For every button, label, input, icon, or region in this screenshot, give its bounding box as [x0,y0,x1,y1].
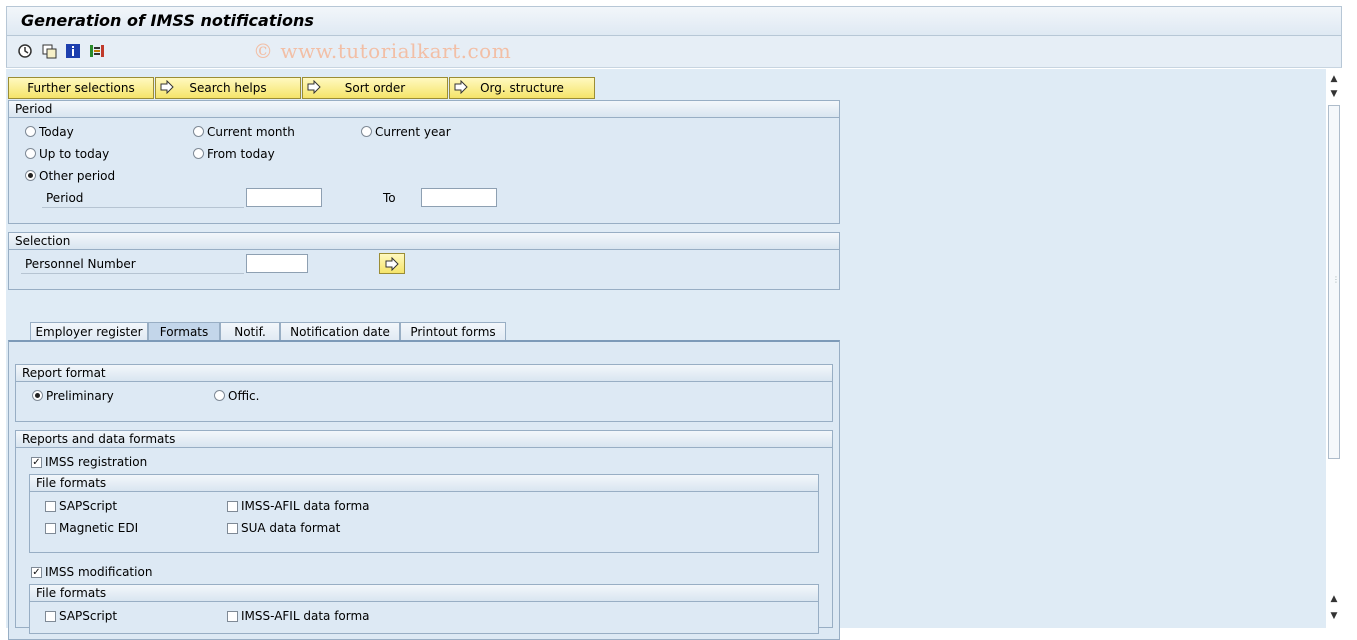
personnel-number-label: Personnel Number [25,257,136,271]
imss-afil-label-2: IMSS-AFIL data forma [241,609,370,623]
sua-data-format-label: SUA data format [241,521,341,535]
tab-formats-label: Formats [159,325,209,339]
report-format-heading: Report format [16,365,832,382]
sua-data-format-checkbox[interactable] [227,523,238,534]
watermark: © www.tutorialkart.com [253,39,512,63]
period-from-input[interactable] [246,188,322,207]
arrow-right-icon [307,80,321,94]
scroll-grip-icon: ⋮ [1332,275,1340,284]
period-field-label: Period [46,191,84,205]
radio-up-to-today[interactable] [25,148,36,159]
radio-up-to-today-label: Up to today [39,147,110,161]
selection-heading: Selection [9,233,839,250]
tab-printout-forms[interactable]: Printout forms [400,322,506,341]
scroll-down-icon[interactable]: ▲ [1328,593,1340,605]
further-selections-button[interactable]: Further selections [8,77,154,99]
arrow-right-icon [385,257,399,271]
file-formats-heading-2: File formats [30,585,818,602]
selection-options-icon[interactable] [89,43,105,59]
imss-registration-label: IMSS registration [45,455,148,469]
period-label-underline [42,207,244,208]
radio-current-year[interactable] [361,126,372,137]
imss-modification-label: IMSS modification [45,565,153,579]
scroll-up-icon[interactable]: ▼ [1328,88,1340,100]
tab-notification-date[interactable]: Notification date [280,322,400,341]
radio-current-month[interactable] [193,126,204,137]
report-format-group: Report format [15,364,833,422]
title-bar: Generation of IMSS notifications [6,6,1342,36]
page-title: Generation of IMSS notifications [21,11,314,30]
radio-preliminary-label: Preliminary [46,389,114,403]
application-toolbar: © www.tutorialkart.com [6,36,1342,68]
arrow-right-icon [160,80,174,94]
tab-employer-register[interactable]: Employer register [30,322,148,341]
sort-order-label: Sort order [344,81,406,95]
vertical-scrollbar[interactable]: ▲ ▼ ⋮ ▲ ▼ [1326,69,1342,628]
radio-official-label: Offic. [228,389,260,403]
sapscript-checkbox-1[interactable] [45,501,56,512]
sapscript-label-2: SAPScript [59,609,118,623]
radio-other-period[interactable] [25,170,36,181]
further-selections-label: Further selections [27,81,135,95]
org-structure-label: Org. structure [480,81,564,95]
radio-other-period-label: Other period [39,169,116,183]
file-formats-group-2: File formats [29,584,819,634]
tab-notif[interactable]: Notif. [220,322,280,341]
radio-current-year-label: Current year [375,125,451,139]
tab-formats[interactable]: Formats [148,322,220,341]
period-heading: Period [9,101,839,118]
period-to-input[interactable] [421,188,497,207]
radio-today[interactable] [25,126,36,137]
magnetic-edi-checkbox[interactable] [45,523,56,534]
file-formats-heading-1: File formats [30,475,818,492]
sapscript-label-1: SAPScript [59,499,118,513]
sort-order-button[interactable]: Sort order [302,77,448,99]
tab-notification-date-label: Notification date [290,325,390,339]
arrow-right-icon [454,80,468,94]
imss-modification-checkbox[interactable]: ✓ [31,567,42,578]
imss-registration-checkbox[interactable]: ✓ [31,457,42,468]
selection-screen: Further selections Search helps Sort ord… [6,69,1326,640]
imss-afil-checkbox-1[interactable] [227,501,238,512]
tab-printout-forms-label: Printout forms [410,325,496,339]
scroll-bottom-icon[interactable]: ▼ [1328,610,1340,622]
personnel-number-input[interactable] [246,254,308,273]
tab-employer-register-label: Employer register [35,325,143,339]
reports-data-formats-heading: Reports and data formats [16,431,832,448]
sapscript-checkbox-2[interactable] [45,611,56,622]
multiple-selection-button[interactable] [379,253,405,274]
radio-current-month-label: Current month [207,125,295,139]
radio-today-label: Today [39,125,74,139]
radio-preliminary[interactable] [32,390,43,401]
personnel-label-underline [21,273,244,274]
radio-official[interactable] [214,390,225,401]
imss-afil-label-1: IMSS-AFIL data forma [241,499,370,513]
save-variant-icon[interactable] [41,43,57,59]
magnetic-edi-label: Magnetic EDI [59,521,139,535]
radio-from-today-label: From today [207,147,275,161]
scroll-top-icon[interactable]: ▲ [1328,73,1340,85]
search-helps-button[interactable]: Search helps [155,77,301,99]
org-structure-button[interactable]: Org. structure [449,77,595,99]
info-icon[interactable] [65,43,81,59]
file-formats-group-1: File formats [29,474,819,553]
search-helps-label: Search helps [189,81,267,95]
imss-afil-checkbox-2[interactable] [227,611,238,622]
tab-notif-label: Notif. [234,325,266,339]
scrollbar-thumb[interactable]: ⋮ [1328,105,1340,459]
period-to-label: To [383,191,396,205]
radio-from-today[interactable] [193,148,204,159]
execute-icon[interactable] [17,43,33,59]
